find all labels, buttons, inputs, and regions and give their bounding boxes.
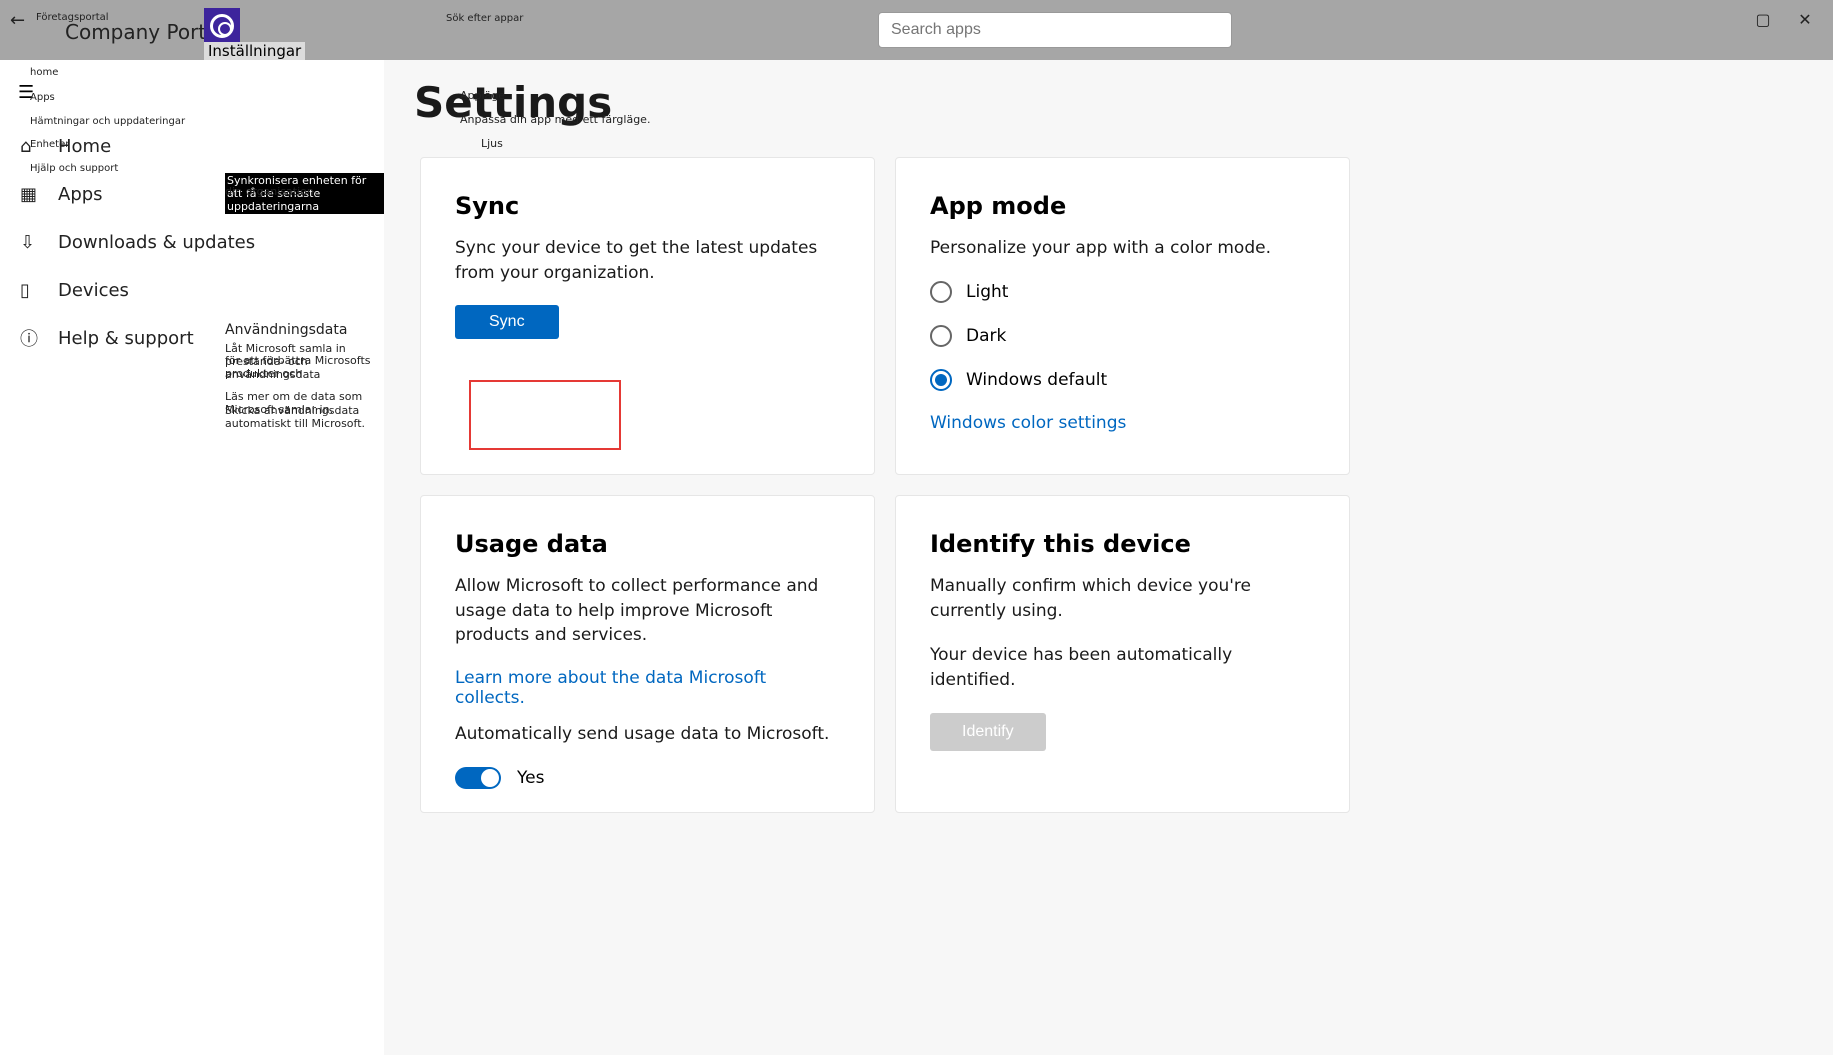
apps-icon: ▦ bbox=[20, 184, 58, 205]
radio-dark[interactable]: Dark bbox=[930, 325, 1315, 347]
usage-card: Usage data Allow Microsoft to collect pe… bbox=[420, 495, 875, 813]
maximize-icon[interactable]: ▢ bbox=[1743, 10, 1783, 29]
radio-icon bbox=[930, 369, 952, 391]
nav-item-home-label: Home bbox=[58, 136, 111, 157]
ghost-usage-line4: Skicka användningsdata automatiskt till … bbox=[225, 404, 384, 430]
radio-icon bbox=[930, 281, 952, 303]
float-anpassa: Anpassa din app med ett färgläge. bbox=[460, 113, 650, 126]
radio-icon bbox=[930, 325, 952, 347]
search-input[interactable] bbox=[878, 12, 1232, 48]
appmode-card: App mode Personalize your app with a col… bbox=[895, 157, 1350, 475]
ghost-usage-title: Användningsdata bbox=[225, 322, 347, 338]
nav-item-downloads-label: Downloads & updates bbox=[58, 232, 255, 253]
identify-heading: Identify this device bbox=[930, 530, 1315, 558]
sync-card: Sync Sync your device to get the latest … bbox=[420, 157, 875, 475]
close-icon[interactable]: ✕ bbox=[1785, 10, 1825, 29]
help-icon: ⓘ bbox=[20, 325, 58, 351]
windows-color-settings-link[interactable]: Windows color settings bbox=[930, 413, 1126, 433]
download-icon: ⇩ bbox=[20, 232, 58, 253]
radio-light[interactable]: Light bbox=[930, 281, 1315, 303]
title-bar: ← Företagsportal Company Portal Inställn… bbox=[0, 0, 1833, 60]
home-icon: ⌂ bbox=[20, 136, 58, 157]
nav-item-help-label: Help & support bbox=[58, 328, 194, 349]
identify-button: Identify bbox=[930, 713, 1046, 751]
main-content: Settings Appläge Anpassa din app med ett… bbox=[384, 60, 1833, 1055]
usage-heading: Usage data bbox=[455, 530, 840, 558]
nav-item-apps-label: Apps bbox=[58, 184, 103, 205]
usage-learn-more-link[interactable]: Learn more about the data Microsoft coll… bbox=[455, 668, 766, 708]
company-portal-logo-icon bbox=[204, 8, 240, 44]
nav-sidebar: home ☰ Apps Hämtningar och uppdateringar… bbox=[0, 60, 384, 1055]
devices-icon: ▯ bbox=[20, 280, 58, 301]
usage-toggle-label: Yes bbox=[517, 768, 544, 788]
nav-item-devices-label: Devices bbox=[58, 280, 129, 301]
ghost-usage-line2: för att förbättra Microsofts produkter o… bbox=[225, 354, 384, 380]
installningar-label: Inställningar bbox=[204, 42, 305, 60]
small-home-label: home bbox=[30, 67, 58, 78]
nav-item-downloads[interactable]: ⇩ Downloads & updates bbox=[0, 218, 384, 266]
radio-win-label: Windows default bbox=[966, 370, 1107, 390]
sync-desc: Sync your device to get the latest updat… bbox=[455, 236, 840, 285]
radio-windows-default[interactable]: Windows default bbox=[930, 369, 1315, 391]
app-title: Company Portal bbox=[65, 20, 224, 44]
sync-button[interactable]: Sync bbox=[455, 305, 559, 339]
identify-desc: Manually confirm which device you're cur… bbox=[930, 574, 1315, 623]
nav-item-devices[interactable]: ▯ Devices bbox=[0, 266, 384, 314]
nav-item-home[interactable]: ⌂ Home bbox=[0, 122, 384, 170]
identify-status: Your device has been automatically ident… bbox=[930, 643, 1315, 692]
appmode-heading: App mode bbox=[930, 192, 1315, 220]
float-applage: Appläge bbox=[460, 89, 505, 102]
sok-apps-label: Sök efter appar bbox=[446, 13, 523, 24]
radio-light-label: Light bbox=[966, 282, 1008, 302]
back-icon[interactable]: ← bbox=[10, 10, 25, 31]
small-apps-label: Apps bbox=[30, 92, 55, 103]
float-ljus: Ljus bbox=[481, 137, 503, 150]
identify-card: Identify this device Manually confirm wh… bbox=[895, 495, 1350, 813]
sync-heading: Sync bbox=[455, 192, 840, 220]
usage-auto-label: Automatically send usage data to Microso… bbox=[455, 722, 840, 747]
annotation-red-box bbox=[469, 380, 621, 450]
appmode-desc: Personalize your app with a color mode. bbox=[930, 236, 1315, 261]
ghost-sync-line2: din organisation. bbox=[225, 185, 317, 198]
radio-dark-label: Dark bbox=[966, 326, 1006, 346]
usage-toggle[interactable] bbox=[455, 767, 501, 789]
usage-desc: Allow Microsoft to collect performance a… bbox=[455, 574, 840, 648]
